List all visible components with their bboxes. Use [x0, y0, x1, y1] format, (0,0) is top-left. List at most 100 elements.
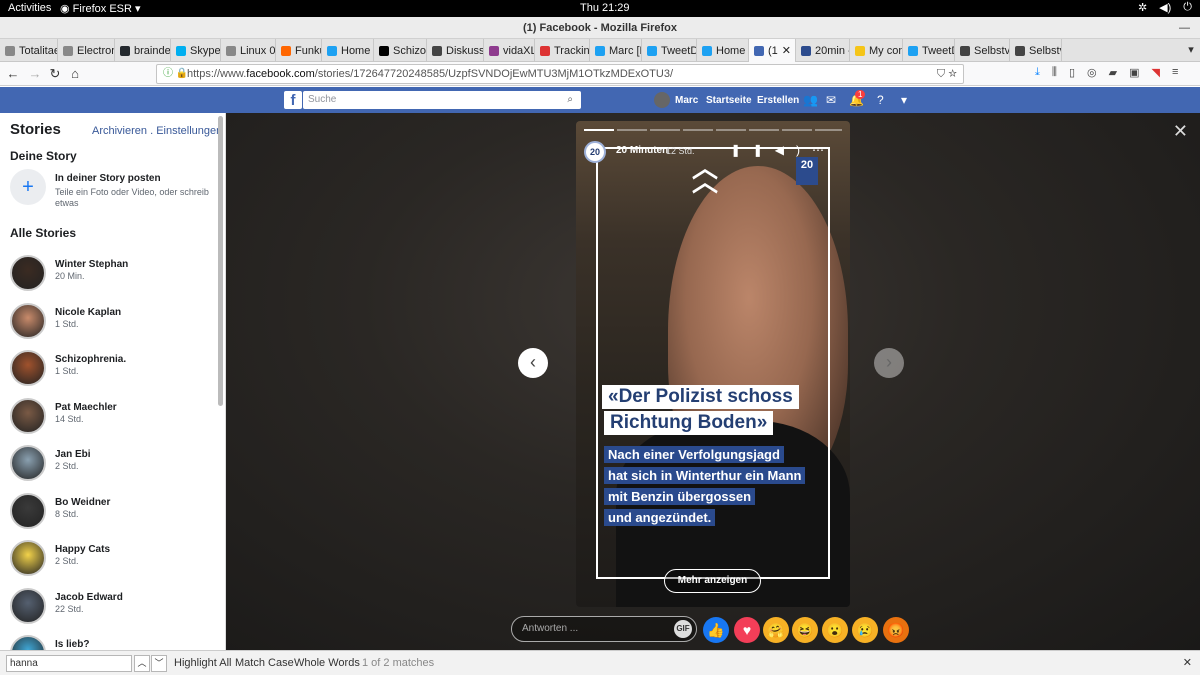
activities-button[interactable]: Activities — [8, 2, 51, 14]
match-case-toggle[interactable]: Match Case — [235, 657, 294, 669]
messenger-icon[interactable]: ✉ — [826, 93, 836, 107]
browser-tab[interactable]: brainde — [115, 39, 171, 62]
wow-reaction-icon[interactable]: 😮 — [822, 617, 848, 643]
story-name: Jacob Edward — [55, 591, 123, 603]
friends-icon[interactable]: 👥 — [803, 93, 818, 107]
search-icon[interactable]: ⌕ — [567, 91, 573, 109]
story-list-item[interactable]: Happy Cats 2 Std. — [10, 540, 216, 580]
more-options-icon[interactable]: ⋯ — [812, 143, 836, 157]
browser-tab[interactable]: Trackin — [535, 39, 590, 62]
story-card[interactable]: 20 20 Minuten 12 Std. ❚❚◀)⋯ ︿ ︿ 20 «Der P… — [576, 121, 850, 607]
story-list-item[interactable]: Winter Stephan 20 Min. — [10, 255, 216, 295]
clock[interactable]: Thu 21:29 — [580, 2, 630, 14]
settings-link[interactable]: Einstellungen — [156, 125, 222, 137]
story-list-item[interactable]: Bo Weidner 8 Std. — [10, 492, 216, 533]
lock-icon[interactable]: ⓘ 🔒 — [163, 65, 188, 83]
accessibility-icon[interactable]: ✲ — [1138, 1, 1147, 14]
whole-words-toggle[interactable]: Whole Words — [294, 657, 360, 669]
browser-tab[interactable]: TweetD — [903, 39, 955, 62]
care-reaction-icon[interactable]: 🤗 — [763, 617, 789, 643]
facebook-logo[interactable]: f — [284, 91, 302, 109]
love-reaction-icon[interactable]: ♥ — [734, 617, 760, 643]
browser-tab[interactable]: My cons — [850, 39, 903, 62]
pocket-icon[interactable]: ⛉ — [937, 68, 945, 80]
tab-label: Funkübe — [295, 44, 321, 57]
reply-input[interactable]: Antworten ... GIF — [511, 616, 697, 642]
browser-tab[interactable]: Diskuss — [427, 39, 484, 62]
haha-reaction-icon[interactable]: 😆 — [792, 617, 818, 643]
reload-icon[interactable]: ↻ — [46, 65, 64, 83]
tab-favicon-icon — [801, 45, 811, 56]
browser-tab[interactable]: Skype — [171, 39, 221, 62]
author-avatar[interactable]: 20 — [584, 141, 606, 163]
story-list-item[interactable]: Jacob Edward 22 Std. — [10, 587, 216, 628]
account-icon[interactable]: ◎ — [1087, 66, 1097, 79]
browser-tab[interactable]: Linux 0.01 — [221, 39, 276, 62]
story-list-item[interactable]: Jan Ebi 2 Std. — [10, 445, 216, 485]
browser-tab[interactable]: Home / — [322, 39, 374, 62]
show-more-button[interactable]: Mehr anzeigen — [664, 569, 761, 593]
browser-tab[interactable]: vidaXL — [484, 39, 535, 62]
find-previous-icon[interactable]: ︿ — [134, 655, 150, 672]
tab-label: TweetD — [922, 44, 954, 57]
browser-tab[interactable]: 20min - — [796, 39, 850, 62]
extension-badge-icon[interactable]: ▣ — [1129, 66, 1139, 79]
browser-tab[interactable]: Marc [L — [590, 39, 642, 62]
next-story-button[interactable]: › — [874, 348, 904, 378]
window-menu-icon[interactable]: — — [1179, 17, 1190, 39]
like-reaction-icon[interactable]: 👍 — [703, 617, 729, 643]
find-next-icon[interactable]: ﹀ — [151, 655, 167, 672]
previous-story-button[interactable]: ‹ — [518, 348, 548, 378]
browser-tab[interactable]: Funkübe — [276, 39, 322, 62]
sidebar-icon[interactable]: ▯ — [1069, 66, 1075, 79]
browser-tab[interactable]: Schizop — [374, 39, 427, 62]
find-bar: hanna ︿ ﹀ Highlight All Match Case Whole… — [0, 650, 1200, 675]
bookmark-star-icon[interactable]: ☆ — [948, 68, 957, 80]
browser-tab[interactable]: TweetD — [642, 39, 697, 62]
power-icon[interactable]: ⏻ — [1183, 1, 1192, 14]
back-icon[interactable]: ← — [4, 65, 22, 83]
browser-tab[interactable]: Selbstv — [955, 39, 1010, 62]
browser-tab[interactable]: Electronics — [58, 39, 115, 62]
browser-tab[interactable]: Selbstverb — [1010, 39, 1062, 62]
forward-icon[interactable]: → — [26, 65, 44, 83]
volume-icon[interactable]: ◀) — [775, 143, 812, 157]
sad-reaction-icon[interactable]: 😢 — [852, 617, 878, 643]
find-input[interactable]: hanna — [6, 655, 132, 672]
story-list-item[interactable]: Schizophrenia. 1 Std. — [10, 350, 216, 390]
url-bar[interactable]: ⓘ 🔒 https://www.facebook.com/stories/172… — [156, 64, 964, 84]
story-list-item[interactable]: Nicole Kaplan 1 Std. — [10, 302, 216, 343]
sidebar-scrollbar[interactable] — [218, 116, 223, 406]
avatar — [10, 492, 46, 529]
account-menu-icon[interactable]: ▾ — [901, 93, 907, 107]
story-author[interactable]: 20 Minuten — [616, 145, 668, 156]
archive-link[interactable]: Archivieren — [92, 125, 147, 137]
home-link[interactable]: Startseite — [706, 95, 752, 106]
gif-button[interactable]: GIF — [674, 620, 692, 638]
angry-reaction-icon[interactable]: 😡 — [883, 617, 909, 643]
close-find-icon[interactable]: ✕ — [1183, 656, 1192, 669]
plus-icon: + — [10, 169, 46, 205]
pause-icon[interactable]: ❚❚ — [731, 143, 775, 157]
profile-link[interactable]: Marc — [654, 92, 698, 108]
close-tab-icon[interactable]: ✕ — [782, 44, 791, 57]
volume-icon[interactable]: ◀) — [1159, 1, 1171, 14]
library-icon[interactable]: ⫼ — [1052, 66, 1057, 79]
facebook-search-input[interactable]: Suche ⌕ — [303, 91, 581, 109]
downloads-icon[interactable]: ⤓ — [1035, 66, 1040, 79]
tab-overflow-icon[interactable]: ▾ — [1182, 39, 1200, 61]
extension-icon[interactable]: ▰ — [1109, 66, 1117, 79]
help-icon[interactable]: ? — [877, 93, 884, 107]
menu-icon[interactable]: ≡ — [1172, 66, 1178, 79]
story-list-item[interactable]: Is lieb? — [10, 635, 216, 650]
home-icon[interactable]: ⌂ — [66, 65, 84, 83]
highlight-all-toggle[interactable]: Highlight All — [174, 657, 231, 669]
browser-tab[interactable]: Home / — [697, 39, 749, 62]
create-link[interactable]: Erstellen — [757, 95, 799, 106]
megaphone-icon[interactable]: ◥ — [1151, 66, 1159, 79]
close-icon[interactable]: ✕ — [1173, 121, 1188, 142]
story-list-item[interactable]: Pat Maechler 14 Std. — [10, 397, 216, 438]
browser-tab[interactable]: (1 ✕ — [749, 39, 796, 62]
browser-tab[interactable]: Totalitaer — [0, 39, 58, 62]
firefox-app-menu[interactable]: ◉ Firefox ESR ▾ — [60, 2, 141, 15]
